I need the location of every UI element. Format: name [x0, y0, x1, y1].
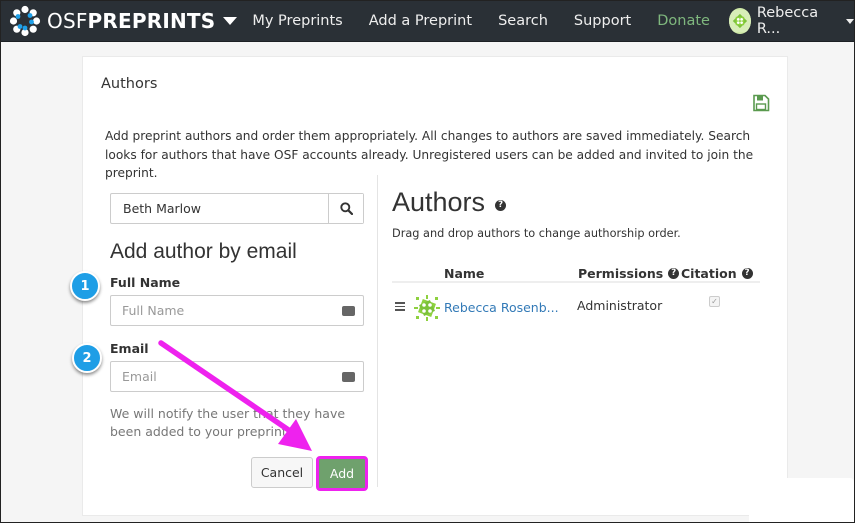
- autofill-icon[interactable]: [342, 300, 355, 316]
- nav-donate[interactable]: Donate: [644, 1, 723, 42]
- help-icon[interactable]: ?: [741, 268, 753, 279]
- user-avatar: [728, 8, 751, 34]
- citation-checkbox[interactable]: ✓: [709, 296, 720, 307]
- add-author-heading: Add author by email: [110, 240, 297, 263]
- nav-add-preprint[interactable]: Add a Preprint: [356, 1, 485, 42]
- identicon-icon: [728, 10, 751, 32]
- save-icon[interactable]: [752, 94, 770, 112]
- brand-link[interactable]: OSFPREPRINTS: [1, 1, 238, 42]
- user-menu[interactable]: Rebecca R...: [728, 1, 854, 42]
- column-citation-label: Citation: [681, 266, 737, 281]
- email-input[interactable]: [111, 369, 342, 384]
- nav-support[interactable]: Support: [561, 1, 644, 42]
- user-name: Rebecca R...: [756, 5, 819, 37]
- drag-handle-icon[interactable]: [395, 302, 405, 313]
- full-name-label: Full Name: [110, 275, 181, 290]
- osf-logo-icon: [9, 5, 41, 37]
- full-name-input[interactable]: [111, 303, 342, 318]
- search-icon: [339, 202, 353, 215]
- author-search: [110, 193, 364, 224]
- help-icon[interactable]: ?: [668, 268, 680, 279]
- callout-badge-2: 2: [72, 343, 102, 373]
- column-name: Name: [444, 266, 485, 281]
- caret-down-icon[interactable]: [223, 17, 238, 25]
- notify-text: We will notify the user that they have b…: [110, 406, 346, 439]
- author-name-link[interactable]: Rebecca Rosenb...: [444, 300, 559, 315]
- caret-down-icon[interactable]: [846, 18, 854, 24]
- help-icon[interactable]: ?: [495, 200, 507, 211]
- drag-note: Drag and drop authors to change authorsh…: [392, 227, 681, 240]
- email-field: [110, 361, 364, 392]
- brand-osf: OSF: [47, 9, 88, 33]
- author-identicon-icon: [414, 295, 440, 321]
- author-permission[interactable]: Administrator: [577, 298, 662, 313]
- column-citation: Citation ?: [681, 266, 753, 281]
- authors-panel: Authors Add preprint authors and order t…: [82, 56, 788, 516]
- author-row[interactable]: Rebecca Rosenb... Administrator ✓: [392, 289, 760, 325]
- panel-title: Authors: [101, 76, 158, 92]
- search-button[interactable]: [328, 194, 363, 223]
- column-divider: [377, 175, 378, 487]
- brand-preprints: PREPRINTS: [87, 9, 216, 33]
- authors-heading: Authors ?: [392, 187, 507, 218]
- author-search-input[interactable]: [111, 194, 328, 223]
- autofill-icon[interactable]: [342, 366, 355, 382]
- authors-heading-text: Authors: [392, 187, 486, 217]
- add-button[interactable]: Add: [316, 456, 368, 491]
- full-name-field: [110, 295, 364, 326]
- intro-text: Add preprint authors and order them appr…: [105, 129, 754, 180]
- cancel-button[interactable]: Cancel: [251, 457, 313, 488]
- email-label: Email: [110, 341, 149, 356]
- corner-overlay: [749, 478, 854, 522]
- brand-name: OSFPREPRINTS: [47, 9, 215, 33]
- nav-my-preprints[interactable]: My Preprints: [239, 1, 355, 42]
- nav-search[interactable]: Search: [485, 1, 561, 42]
- navbar: OSFPREPRINTS My Preprints Add a Preprint…: [1, 1, 854, 42]
- column-permissions-label: Permissions: [578, 266, 664, 281]
- authors-table-header: Name Permissions ? Citation ?: [392, 266, 760, 283]
- column-permissions: Permissions ?: [578, 266, 680, 281]
- callout-badge-1: 1: [70, 271, 100, 301]
